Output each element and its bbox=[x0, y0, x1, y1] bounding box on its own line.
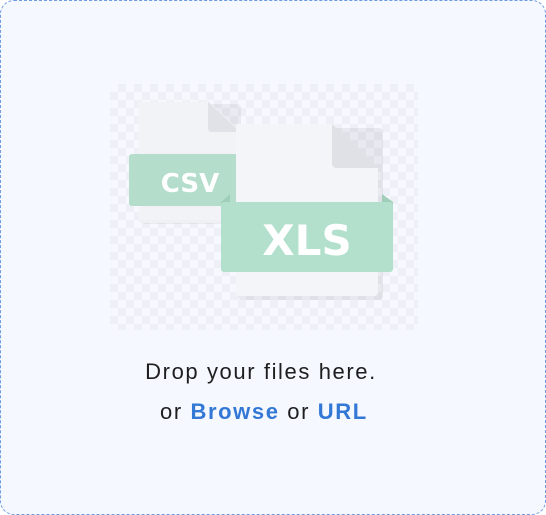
or-text: or bbox=[160, 399, 183, 424]
file-types-illustration: CSV XLS bbox=[110, 84, 418, 330]
browse-link[interactable]: Browse bbox=[190, 399, 279, 424]
url-link[interactable]: URL bbox=[318, 399, 368, 424]
xls-label: XLS bbox=[262, 216, 351, 265]
file-drop-zone[interactable]: CSV XLS Drop your files here. or Browse … bbox=[0, 0, 546, 515]
file-icons-graphic: CSV XLS bbox=[129, 101, 393, 300]
xls-file-icon: XLS bbox=[221, 124, 393, 300]
csv-label: CSV bbox=[161, 169, 219, 199]
drop-instruction: Drop your files here. bbox=[145, 359, 377, 384]
or-text: or bbox=[287, 399, 311, 424]
